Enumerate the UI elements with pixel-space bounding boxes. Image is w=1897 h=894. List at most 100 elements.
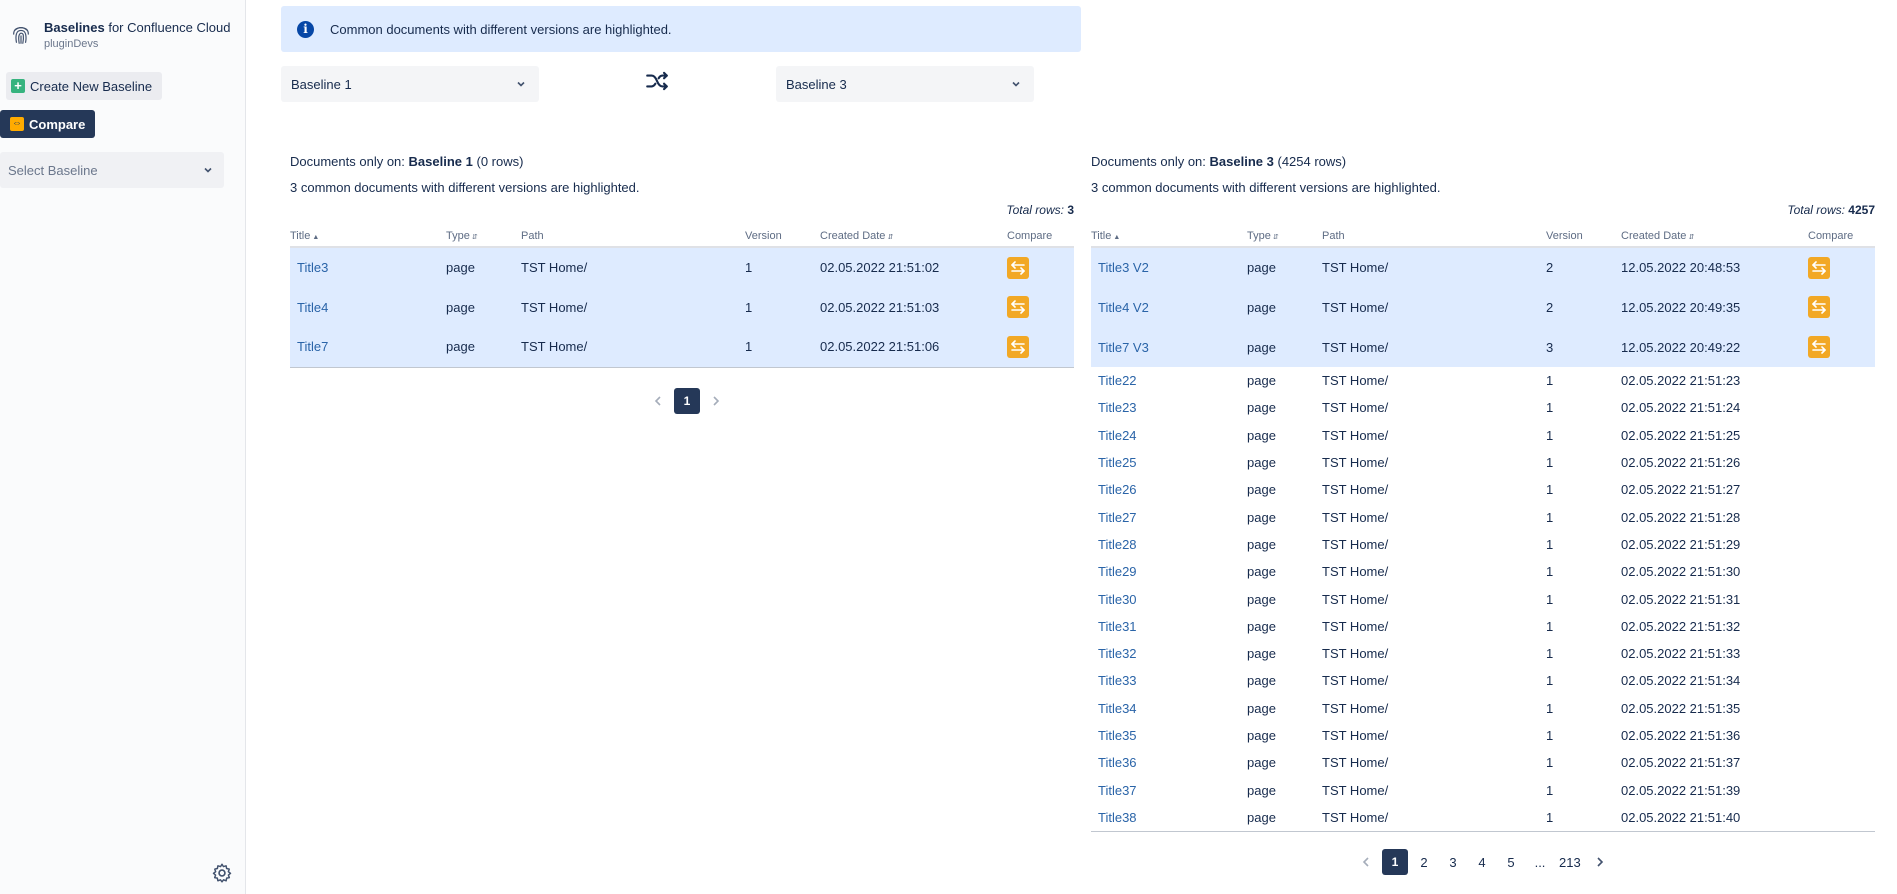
select-baseline-dropdown[interactable]: Select Baseline (0, 152, 224, 188)
cell-created: 02.05.2022 21:51:24 (1621, 400, 1741, 416)
page-button[interactable]: 2 (1411, 849, 1437, 875)
cell-version: 1 (1546, 482, 1554, 498)
cell-title[interactable]: Title28 (1091, 531, 1247, 558)
col-title-header[interactable]: Title ▲ (1091, 226, 1247, 248)
next-page-icon[interactable] (1587, 849, 1613, 875)
next-page-icon[interactable] (703, 388, 729, 414)
cell-version: 3 (1546, 327, 1621, 367)
shuffle-swap-icon[interactable] (644, 68, 670, 94)
cell-compare (1808, 722, 1875, 749)
left-table: Title ▲ Type ⇵ Path Version Created Date ⇵ … (290, 226, 1074, 368)
cell-compare (1808, 327, 1875, 367)
gear-icon[interactable] (211, 862, 233, 884)
compare-arrows-icon: ⇔ (10, 117, 24, 131)
cell-version: 1 (1546, 755, 1554, 771)
cell-type: page (1247, 646, 1276, 662)
right-table: Title ▲ Type ⇵ Path Version Created Date ⇵ … (1091, 226, 1875, 832)
cell-title[interactable]: Title4 (290, 287, 446, 327)
col-type-header[interactable]: Type ⇵ (446, 226, 521, 248)
cell-title[interactable]: Title27 (1091, 503, 1247, 530)
cell-created: 02.05.2022 21:51:33 (1621, 646, 1741, 662)
cell-path: TST Home/ (1322, 591, 1389, 607)
cell-created: 02.05.2022 21:51:06 (820, 327, 1007, 368)
cell-title[interactable]: Title24 (1091, 422, 1247, 449)
cell-compare (1808, 667, 1875, 694)
cell-title[interactable]: Title35 (1091, 722, 1247, 749)
prev-page-icon[interactable] (645, 388, 671, 414)
table-row: Title30 page TST Home/1 02.05.2022 21:51:31 (1091, 585, 1875, 612)
compare-versions-icon[interactable] (1808, 296, 1830, 318)
col-path-header: Path (521, 226, 745, 248)
compare-versions-icon[interactable] (1007, 256, 1029, 279)
cell-title[interactable]: Title30 (1091, 585, 1247, 612)
left-panel-heading: Documents only on: Baseline 1 (0 rows) (290, 154, 524, 169)
cell-title[interactable]: Title31 (1091, 613, 1247, 640)
cell-title[interactable]: Title7 V3 (1091, 327, 1247, 367)
table-row: Title28 page TST Home/1 02.05.2022 21:51:29 (1091, 531, 1875, 558)
page-button[interactable]: 1 (1382, 849, 1408, 875)
cell-title[interactable]: Title3 (290, 247, 446, 287)
table-row: Title24 page TST Home/1 02.05.2022 21:51:25 (1091, 422, 1875, 449)
cell-created: 02.05.2022 21:51:35 (1621, 700, 1741, 716)
cell-path: TST Home/ (1322, 247, 1546, 287)
cell-type: page (1247, 673, 1276, 689)
table-row: Title35 page TST Home/1 02.05.2022 21:51:36 (1091, 722, 1875, 749)
baseline-right-dropdown[interactable]: Baseline 3 (776, 66, 1034, 102)
page-button[interactable]: 3 (1440, 849, 1466, 875)
cell-title[interactable]: Title26 (1091, 476, 1247, 503)
compare-versions-icon[interactable] (1808, 256, 1830, 279)
cell-version: 1 (1546, 803, 1621, 832)
cell-title[interactable]: Title25 (1091, 449, 1247, 476)
cell-title[interactable]: Title3 V2 (1091, 247, 1247, 287)
prev-page-icon[interactable] (1353, 849, 1379, 875)
cell-title[interactable]: Title29 (1091, 558, 1247, 585)
left-panel: Documents only on: Baseline 1 (0 rows) 3… (290, 154, 1074, 368)
cell-version: 2 (1546, 287, 1621, 327)
page-button[interactable]: 213 (1556, 849, 1584, 875)
col-compare-header: Compare (1007, 226, 1074, 248)
pagination-ellipsis: ... (1534, 854, 1546, 870)
cell-title[interactable]: Title34 (1091, 695, 1247, 722)
cell-version: 1 (1546, 509, 1554, 525)
cell-compare (1808, 503, 1875, 530)
col-title-header[interactable]: Title ▲ (290, 226, 446, 248)
cell-compare (1808, 695, 1875, 722)
cell-type: page (1247, 803, 1322, 832)
create-new-baseline-button[interactable]: + Create New Baseline (6, 72, 163, 100)
cell-title[interactable]: Title37 (1091, 776, 1247, 803)
create-label: Create New Baseline (30, 78, 153, 94)
page-button[interactable]: 4 (1469, 849, 1495, 875)
cell-title[interactable]: Title33 (1091, 667, 1247, 694)
cell-title[interactable]: Title32 (1091, 640, 1247, 667)
col-type-header[interactable]: Type ⇵ (1247, 226, 1322, 248)
cell-created: 02.05.2022 21:51:25 (1621, 427, 1741, 443)
cell-created: 02.05.2022 21:51:40 (1621, 803, 1808, 832)
cell-type: page (1247, 728, 1276, 743)
cell-created: 02.05.2022 21:51:29 (1621, 536, 1741, 552)
baseline-left-dropdown[interactable]: Baseline 1 (281, 66, 539, 102)
cell-title[interactable]: Title38 (1091, 803, 1247, 832)
cell-compare (1808, 531, 1875, 558)
cell-title[interactable]: Title7 (290, 327, 446, 368)
table-row: Title31 page TST Home/1 02.05.2022 21:51:32 (1091, 613, 1875, 640)
compare-versions-icon[interactable] (1808, 336, 1830, 358)
col-created-header[interactable]: Created Date ⇵ (1621, 226, 1808, 248)
page-button[interactable]: 1 (674, 388, 700, 414)
baseline-right-value: Baseline 3 (786, 76, 847, 92)
cell-path: TST Home/ (521, 287, 745, 327)
cell-created: 02.05.2022 21:51:02 (820, 247, 1007, 287)
cell-title[interactable]: Title4 V2 (1091, 287, 1247, 327)
cell-title[interactable]: Title22 (1091, 367, 1247, 394)
cell-created: 02.05.2022 21:51:39 (1621, 782, 1741, 798)
compare-button[interactable]: ⇔ Compare (0, 110, 96, 138)
cell-type: page (1247, 482, 1276, 498)
col-created-header[interactable]: Created Date ⇵ (820, 226, 1007, 248)
compare-versions-icon[interactable] (1007, 296, 1029, 318)
page-button[interactable]: 5 (1498, 849, 1524, 875)
cell-title[interactable]: Title36 (1091, 749, 1247, 776)
compare-versions-icon[interactable] (1007, 335, 1029, 358)
cell-path: TST Home/ (1322, 564, 1389, 580)
cell-version: 1 (1546, 373, 1554, 389)
left-panel-note: 3 common documents with different versio… (290, 180, 640, 195)
cell-title[interactable]: Title23 (1091, 394, 1247, 421)
